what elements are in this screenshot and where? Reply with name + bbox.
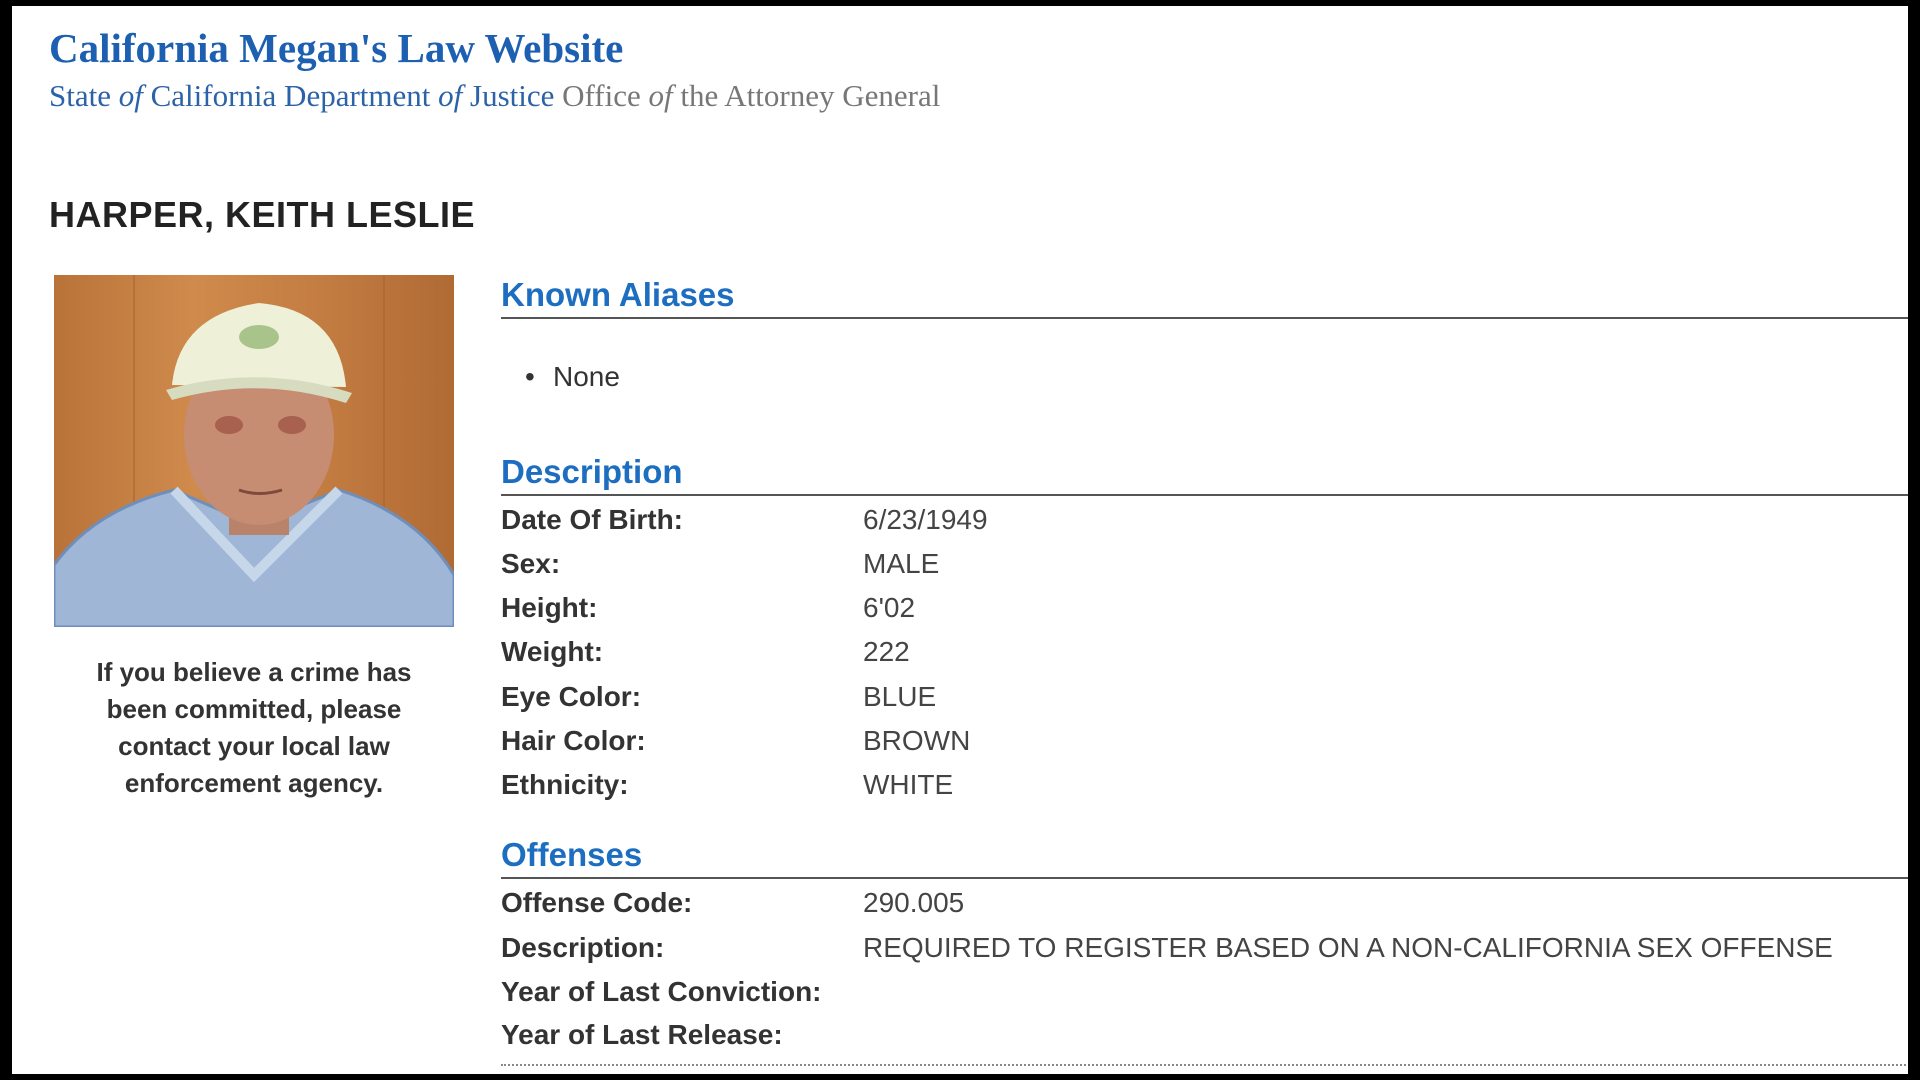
description-row-eye-color: Eye Color: BLUE (501, 681, 936, 713)
offense-row-description: Description: REQUIRED TO REGISTER BASED O… (501, 932, 1833, 964)
person-photo (54, 275, 454, 627)
field-value: MALE (863, 548, 940, 579)
subtitle-state: State (49, 78, 119, 113)
subtitle-of: of (648, 78, 673, 113)
field-value: WHITE (863, 769, 954, 800)
field-label: Year of Last Conviction: (501, 976, 822, 1007)
subtitle-office: Office (562, 78, 649, 113)
description-heading: Description (501, 453, 1908, 496)
known-aliases-heading: Known Aliases (501, 276, 1908, 319)
description-row-weight: Weight: 222 (501, 636, 910, 668)
description-row-sex: Sex: MALE (501, 548, 939, 580)
subtitle-attorney-general: the Attorney General (672, 78, 941, 113)
subtitle-california-dept: California Department (142, 78, 439, 113)
site-title[interactable]: California Megan's Law Website (49, 24, 623, 72)
crime-note-line: enforcement agency. (124, 768, 384, 798)
field-label: Ethnicity: (501, 769, 629, 800)
field-value: 6/23/1949 (863, 504, 988, 535)
field-label: Offense Code: (501, 887, 693, 918)
section-divider (501, 1064, 1908, 1066)
field-label: Date Of Birth: (501, 504, 683, 535)
field-value: 290.005 (863, 887, 965, 918)
field-label: Description: (501, 932, 665, 963)
field-value: REQUIRED TO REGISTER BASED ON A NON-CALI… (863, 932, 1833, 963)
field-label: Weight: (501, 636, 604, 667)
description-row-dob: Date Of Birth: 6/23/1949 (501, 504, 988, 536)
crime-report-note: If you believe a crime has been committe… (54, 654, 454, 802)
field-value: BLUE (863, 681, 937, 712)
person-name: HARPER, KEITH LESLIE (49, 194, 476, 235)
offense-row-last-release: Year of Last Release: (501, 1019, 863, 1051)
subtitle-justice: Justice (462, 78, 563, 113)
field-value: 222 (863, 636, 910, 667)
site-subtitle: State of California Department of Justic… (49, 78, 940, 114)
offense-row-last-conviction: Year of Last Conviction: (501, 976, 863, 1008)
field-label: Hair Color: (501, 725, 646, 756)
field-label: Year of Last Release: (501, 1019, 783, 1050)
crime-note-line: If you believe a crime has (96, 657, 412, 687)
page-frame: California Megan's Law Website State of … (12, 6, 1908, 1074)
description-row-hair-color: Hair Color: BROWN (501, 725, 970, 757)
description-row-height: Height: 6'02 (501, 592, 915, 624)
offenses-heading: Offenses (501, 836, 1908, 879)
subtitle-of: of (118, 78, 143, 113)
field-label: Height: (501, 592, 598, 623)
crime-note-line: contact your local law (118, 731, 390, 761)
subtitle-of: of (438, 78, 463, 113)
field-label: Sex: (501, 548, 561, 579)
alias-list-item: None (525, 361, 620, 393)
crime-note-line: been committed, please (106, 694, 402, 724)
description-row-ethnicity: Ethnicity: WHITE (501, 769, 953, 801)
field-value: 6'02 (863, 592, 916, 623)
offense-row-code: Offense Code: 290.005 (501, 887, 964, 919)
field-label: Eye Color: (501, 681, 642, 712)
person-photo-icon (54, 275, 454, 627)
field-value: BROWN (863, 725, 971, 756)
